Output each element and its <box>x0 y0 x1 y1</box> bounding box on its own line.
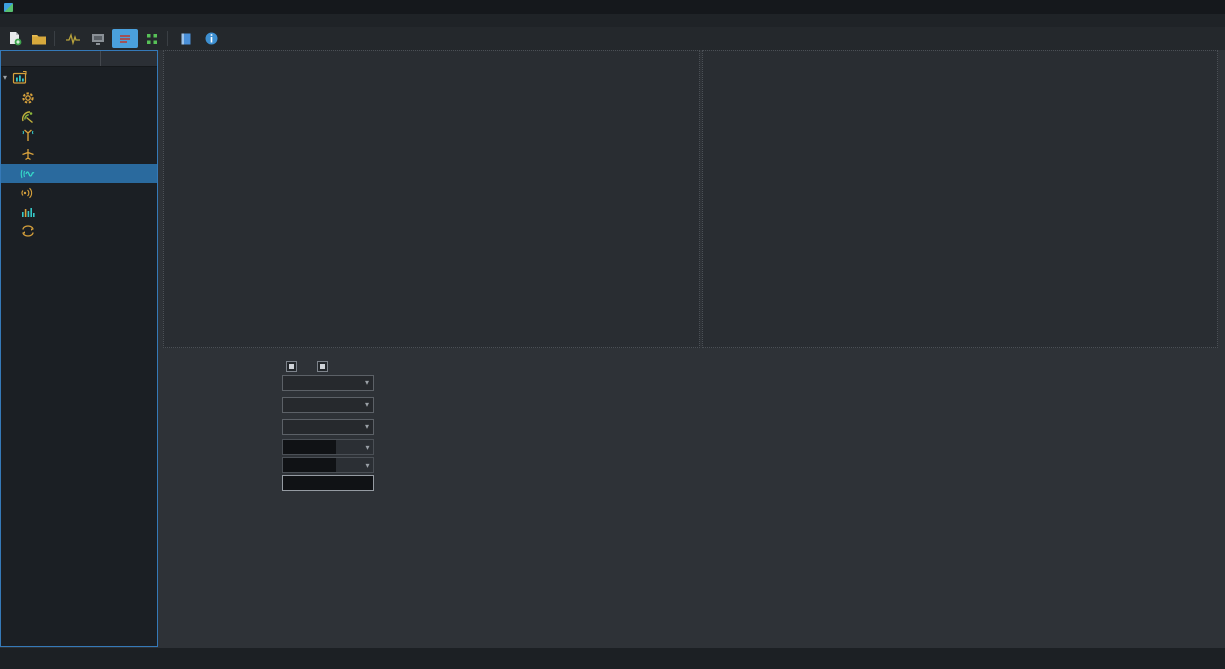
doppler-shift-field[interactable]: ▾ <box>282 439 374 455</box>
toolbar <box>0 27 1225 50</box>
chevron-down-icon: ▾ <box>361 400 373 409</box>
info-icon <box>204 31 219 46</box>
checkbox-row <box>286 358 348 375</box>
waveform-icon <box>65 32 81 46</box>
sidebar-item-instrument-settings[interactable] <box>1 88 157 107</box>
tree-header <box>1 51 157 67</box>
list-view-icon <box>118 33 132 45</box>
bandwidth-field[interactable]: ▾ <box>282 457 374 473</box>
menu-help[interactable] <box>72 14 90 27</box>
doppler-shift-unit[interactable] <box>336 440 362 454</box>
toolbar-separator <box>167 31 168 46</box>
title-bar <box>0 0 1225 14</box>
grid-dots-icon <box>145 32 159 46</box>
display-capture-icon <box>90 32 106 46</box>
clutter-wave-icon <box>20 166 36 182</box>
new-document-button[interactable] <box>3 29 25 48</box>
scene-chart-icon <box>12 70 28 86</box>
clutter-type-row: ▾ <box>160 374 374 391</box>
notebook-icon <box>179 32 193 46</box>
menu-scene[interactable] <box>36 14 54 27</box>
collapse-arrow-icon[interactable]: ▾ <box>3 73 12 82</box>
waveform-button[interactable] <box>62 29 84 48</box>
noise-bars-icon <box>20 204 36 220</box>
app-icon <box>4 3 13 12</box>
std-dev-row <box>160 474 374 491</box>
notebook-button[interactable] <box>175 29 197 48</box>
toolbar-separator <box>54 31 55 46</box>
tree-column-comment <box>101 51 109 66</box>
clutter-i-waveform-chart <box>163 50 700 348</box>
grid-dots-button[interactable] <box>141 29 163 48</box>
sidebar-item-replay[interactable] <box>1 221 157 240</box>
display-capture-button[interactable] <box>87 29 109 48</box>
statistics-checkbox[interactable] <box>317 361 328 372</box>
clutter-type-select[interactable]: ▾ <box>282 375 374 391</box>
chevron-down-icon: ▾ <box>361 378 373 387</box>
open-folder-button[interactable] <box>28 29 50 48</box>
switch-checkbox[interactable] <box>286 361 297 372</box>
sidebar-item-transmitter[interactable] <box>1 107 157 126</box>
project-tree-panel: ▾ <box>0 50 158 647</box>
tree-column-project <box>1 51 101 66</box>
statistics-checkbox-group[interactable] <box>317 361 332 372</box>
std-dev-input[interactable] <box>282 475 374 491</box>
minimize-button[interactable] <box>1135 0 1165 14</box>
bandwidth-unit[interactable] <box>336 458 362 472</box>
open-folder-icon <box>31 32 47 46</box>
sidebar-item-noise[interactable] <box>1 202 157 221</box>
bandwidth-row: ▾ <box>160 456 374 473</box>
doppler-shift-row: ▾ <box>160 438 374 455</box>
transmitter-dish-icon <box>20 109 36 125</box>
sidebar-item-target[interactable] <box>1 145 157 164</box>
bandwidth-value[interactable] <box>283 458 336 472</box>
doppler-shift-value[interactable] <box>283 440 336 454</box>
spectrum-distribution-row: ▾ <box>160 418 374 435</box>
chevron-down-icon: ▾ <box>361 422 373 431</box>
info-button[interactable] <box>200 29 222 48</box>
sidebar-item-jamming[interactable] <box>1 183 157 202</box>
chevron-down-icon[interactable]: ▾ <box>362 440 373 454</box>
sidebar-item-antenna[interactable] <box>1 126 157 145</box>
chevron-down-icon[interactable]: ▾ <box>362 458 373 472</box>
antenna-icon <box>20 128 36 144</box>
tree-root-scene[interactable]: ▾ <box>1 67 157 88</box>
menu-file[interactable] <box>0 14 18 27</box>
amplitude-distribution-select[interactable]: ▾ <box>282 397 374 413</box>
maximize-button[interactable] <box>1165 0 1195 14</box>
gear-icon <box>20 90 36 106</box>
list-view-button[interactable] <box>112 29 138 48</box>
clutter-q-waveform-chart <box>702 50 1218 348</box>
target-plane-icon <box>20 147 36 163</box>
replay-loop-icon <box>20 223 36 239</box>
status-bar <box>0 648 1225 669</box>
close-button[interactable] <box>1195 0 1225 14</box>
menu-view[interactable] <box>54 14 72 27</box>
menu-bar <box>0 14 1225 27</box>
app-window: ▾ <box>0 0 1225 669</box>
spectrum-distribution-select[interactable]: ▾ <box>282 419 374 435</box>
switch-checkbox-group[interactable] <box>286 361 301 372</box>
main-content: ▾ ▾ ▾ ▾ <box>160 50 1225 648</box>
jamming-icon <box>20 185 36 201</box>
new-document-icon <box>7 31 22 46</box>
sidebar-item-clutter[interactable] <box>1 164 157 183</box>
menu-system[interactable] <box>18 14 36 27</box>
amplitude-distribution-row: ▾ <box>160 396 374 413</box>
